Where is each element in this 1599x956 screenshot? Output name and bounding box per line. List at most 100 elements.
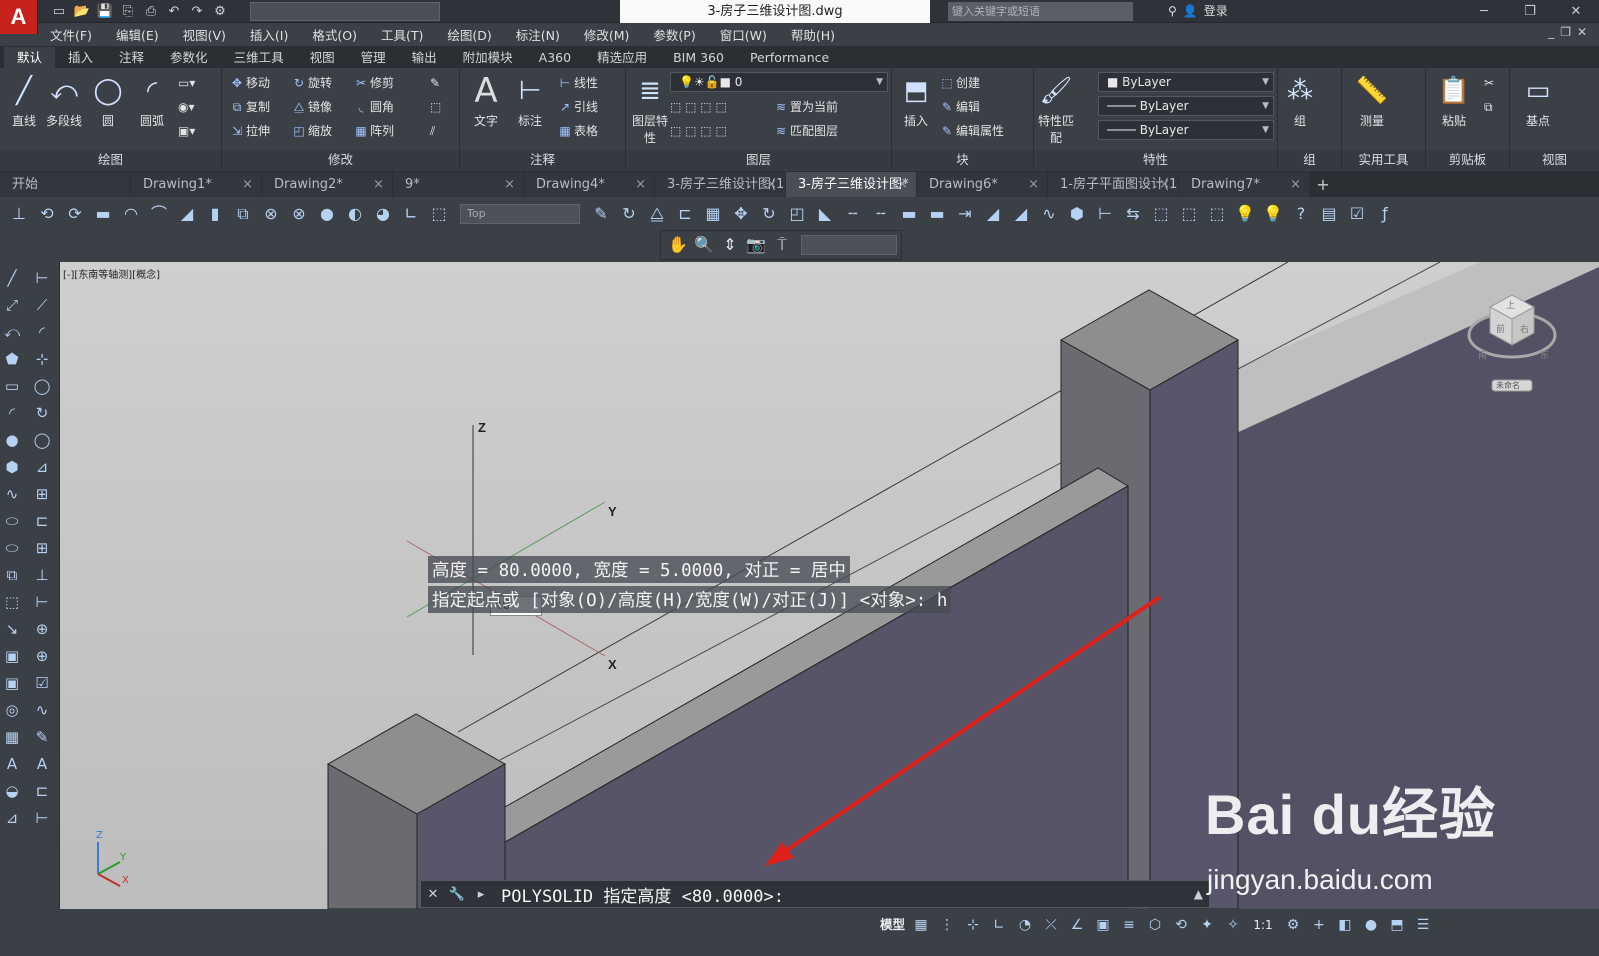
workspace-gear-icon[interactable]: ⚙: [1282, 912, 1304, 938]
menu-item-11[interactable]: 帮助(H): [779, 25, 847, 44]
palette-tool-icon-36[interactable]: A: [0, 752, 24, 776]
dim-icon[interactable]: ⊢: [1092, 201, 1118, 227]
palette-tool-icon-3[interactable]: ⟋: [30, 293, 54, 317]
solid-edit-icon[interactable]: ⬢: [1064, 201, 1090, 227]
spline-icon[interactable]: ∿: [1036, 201, 1062, 227]
dimension-button[interactable]: ⊢ 标注: [508, 74, 552, 129]
offset-icon[interactable]: ⫽: [430, 120, 435, 142]
ribbon-tab-7[interactable]: 输出: [399, 47, 450, 68]
doc-tab-5[interactable]: 3-房子三维设计图(1)* ×: [655, 172, 785, 197]
match-layer-button[interactable]: ≋ 匹配图层: [772, 120, 838, 142]
palette-tool-icon-29[interactable]: ⊕: [30, 644, 54, 668]
login-area[interactable]: ⚲ 👤 登录: [1168, 2, 1228, 21]
palette-tool-icon-2[interactable]: ⤢: [0, 293, 24, 317]
layer-icon-2[interactable]: ⬚: [1176, 201, 1202, 227]
line-button[interactable]: ╱ 直线: [2, 74, 46, 129]
lineweight-icon[interactable]: ≡: [1118, 912, 1140, 938]
infer-icon[interactable]: ⊹: [962, 912, 984, 938]
wedge-icon[interactable]: ◢: [980, 201, 1006, 227]
help-icon[interactable]: ?: [1288, 201, 1314, 227]
draw-panel-title[interactable]: 绘图: [0, 150, 221, 170]
walk-icon[interactable]: ⇕: [717, 232, 743, 258]
ucs-icon[interactable]: ⊥: [6, 201, 32, 227]
hardware-acceleration-icon[interactable]: ●: [1360, 912, 1382, 938]
union-icon[interactable]: ⧉: [230, 201, 256, 227]
ribbon-tab-4[interactable]: 三维工具: [221, 47, 297, 68]
minimize-icon[interactable]: ─: [1461, 0, 1507, 23]
dash-line-icon[interactable]: ╌: [840, 201, 866, 227]
tools-icon[interactable]: ▤: [1316, 201, 1342, 227]
ribbon-tab-10[interactable]: 精选应用: [584, 47, 660, 68]
palette-tool-icon-34[interactable]: ▦: [0, 725, 24, 749]
annotation-visibility-icon[interactable]: ✦: [1196, 912, 1218, 938]
region-icon[interactable]: ▣▾: [178, 120, 195, 142]
close-icon[interactable]: ✕: [1553, 0, 1599, 23]
object-snap-icon[interactable]: ▣: [1092, 912, 1114, 938]
linetype-combo[interactable]: ──── ByLayer ▼: [1098, 96, 1274, 116]
tab-close-icon[interactable]: ×: [766, 172, 777, 197]
palette-tool-icon-21[interactable]: ⊞: [30, 536, 54, 560]
edit-block-button[interactable]: ✎ 编辑: [938, 96, 980, 118]
palette-tool-icon-20[interactable]: ⬭: [0, 536, 24, 560]
palette-tool-icon-24[interactable]: ⬚: [0, 590, 24, 614]
annotation-panel-title[interactable]: 注释: [460, 150, 625, 170]
match-properties-button[interactable]: 🖌 特性匹配: [1034, 74, 1078, 146]
tab-close-icon[interactable]: ×: [504, 172, 515, 197]
set-current-button[interactable]: ≋ 置为当前: [772, 96, 838, 118]
tab-close-icon[interactable]: ×: [1290, 172, 1301, 197]
text-button[interactable]: A 文字: [464, 71, 508, 129]
move3d-icon[interactable]: ✥: [728, 201, 754, 227]
isolate-icon[interactable]: ◧: [1334, 912, 1356, 938]
hatch-icon[interactable]: ◉▾: [178, 96, 195, 118]
palette-tool-icon-17[interactable]: ⊞: [30, 482, 54, 506]
edit-icon[interactable]: ⇆: [1120, 201, 1146, 227]
undo-icon[interactable]: ↶: [164, 2, 184, 21]
palette-tool-icon-23[interactable]: ⊥: [30, 563, 54, 587]
palette-tool-icon-7[interactable]: ⊹: [30, 347, 54, 371]
subtract-icon[interactable]: ⊗: [258, 201, 284, 227]
rectangle-icon[interactable]: ▭▾: [178, 72, 195, 94]
menu-item-2[interactable]: 视图(V): [171, 25, 238, 44]
palette-tool-icon-26[interactable]: ↘: [0, 617, 24, 641]
menu-item-5[interactable]: 工具(T): [369, 25, 435, 44]
save-icon[interactable]: 💾: [95, 2, 115, 21]
axis-icon[interactable]: ∟: [398, 201, 424, 227]
palette-tool-icon-15[interactable]: ⊿: [30, 455, 54, 479]
auto-scale-icon[interactable]: ✧: [1222, 912, 1244, 938]
modify-panel-title[interactable]: 修改: [222, 150, 459, 170]
box-icon[interactable]: ▮: [202, 201, 228, 227]
linear-button[interactable]: ⊢ 线性: [556, 72, 598, 94]
face-icon[interactable]: ▬: [896, 201, 922, 227]
erase-icon[interactable]: ✎: [430, 72, 440, 94]
palette-tool-icon-31[interactable]: ☑: [30, 671, 54, 695]
view-combo[interactable]: Top: [460, 204, 580, 224]
nav-combo[interactable]: [801, 235, 897, 255]
menu-item-4[interactable]: 格式(O): [300, 25, 369, 44]
customize-icon[interactable]: ☰: [1412, 912, 1434, 938]
wedge-icon-2[interactable]: ◢: [1008, 201, 1034, 227]
menu-item-3[interactable]: 插入(I): [238, 25, 300, 44]
lineweight-combo[interactable]: ──── ByLayer ▼: [1098, 120, 1274, 140]
close-icon[interactable]: ✕: [421, 887, 445, 902]
scale3d-icon[interactable]: ◰: [784, 201, 810, 227]
trim-button[interactable]: ✂ 修剪: [352, 72, 394, 94]
create-block-button[interactable]: ⬚ 创建: [938, 72, 980, 94]
viewport-label[interactable]: [-][东南等轴测][概念]: [63, 266, 160, 281]
new-tab-plus-icon[interactable]: +: [1310, 172, 1336, 197]
light-icon-2[interactable]: 💡: [1260, 201, 1286, 227]
doc-tab-0[interactable]: 开始: [0, 172, 130, 197]
ribbon-tab-6[interactable]: 管理: [348, 47, 399, 68]
layer-combo[interactable]: 💡☀🔓■ 0 ▼: [670, 72, 888, 92]
free-orbit-icon[interactable]: ⟳: [62, 201, 88, 227]
slice-icon[interactable]: ◣: [812, 201, 838, 227]
tab-close-icon[interactable]: ×: [897, 172, 908, 197]
save-as-icon[interactable]: ⎘: [118, 2, 138, 21]
palette-tool-icon-27[interactable]: ⊕: [30, 617, 54, 641]
fillet-button[interactable]: ◟ 圆角: [352, 96, 394, 118]
palette-tool-icon-38[interactable]: ◒: [0, 779, 24, 803]
edit-attribute-button[interactable]: ✎ 编辑属性: [938, 120, 1004, 142]
doc-tab-9[interactable]: Drawing7* ×: [1179, 172, 1309, 197]
leader-button[interactable]: ↗ 引线: [556, 96, 598, 118]
palette-tool-icon-28[interactable]: ▣: [0, 644, 24, 668]
camera-icon[interactable]: 📷: [743, 232, 769, 258]
